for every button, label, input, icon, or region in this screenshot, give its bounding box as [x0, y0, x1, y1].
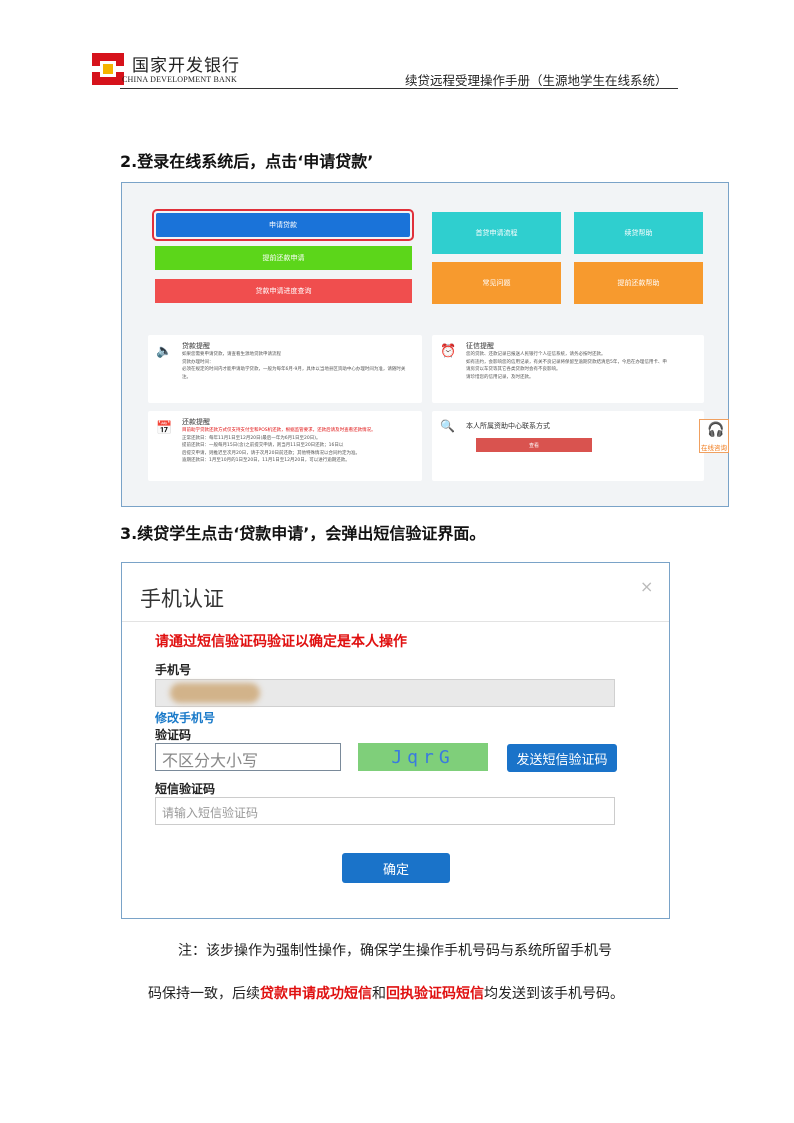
send-sms-button[interactable]: 发送短信验证码 — [507, 744, 617, 772]
online-service-label: 在线咨询 — [701, 444, 727, 452]
header-divider — [120, 88, 678, 89]
phone-label: 手机号 — [155, 663, 192, 677]
early-repay-button[interactable]: 提前还款申请 — [155, 246, 412, 270]
sms-code-placeholder: 请输入短信验证码 — [162, 806, 259, 820]
captcha-input[interactable]: 不区分大小写 — [155, 743, 341, 771]
apply-loan-button[interactable]: 申请贷款 — [156, 213, 410, 237]
step3-heading: 3.续贷学生点击‘贷款申请’，会弹出短信验证界面。 — [120, 524, 486, 543]
credit-reminder-title: 征信提醒 — [466, 342, 494, 350]
note-line2: 码保持一致，后续贷款申请成功短信和回执验证码短信均发送到该手机号码。 — [148, 986, 624, 1002]
captcha-image[interactable]: JqrG — [358, 743, 488, 771]
verify-warning: 请通过短信验证码验证以确定是本人操作 — [155, 634, 407, 650]
repay-reminder-card: 📅 还款提醒 目前助学贷款还款方式仅支持支付宝和POS机还款，根据监管要求，还款… — [148, 411, 422, 481]
loan-reminder-card: 🔈 贷款提醒 如果您需要申请贷款，请查看生源地贷款申请流程 贷款办理时间： 必须… — [148, 335, 422, 403]
note-highlight-2: 回执验证码短信 — [386, 986, 484, 1002]
repay-reminder-text: 目前助学贷款还款方式仅支持支付宝和POS机还款，根据监管要求，还款后请及时查看还… — [182, 428, 376, 463]
progress-query-button[interactable]: 贷款申请进度查询 — [155, 279, 412, 303]
close-icon[interactable]: × — [640, 577, 653, 596]
phone-redaction — [170, 683, 260, 703]
bank-name-en: CHINA DEVELOPMENT BANK — [122, 75, 237, 84]
dialog-divider — [122, 621, 669, 622]
search-icon: 🔍 — [440, 419, 455, 433]
bank-name-cn: 国家开发银行 — [132, 56, 240, 76]
phone-input — [155, 679, 615, 707]
speaker-icon: 🔈 — [156, 344, 173, 359]
contact-card: 🔍 本人所属资助中心联系方式 查看 — [432, 411, 704, 481]
online-service-widget[interactable]: 🎧 在线咨询 — [699, 419, 729, 453]
headset-icon: 🎧 — [707, 422, 725, 438]
captcha-label: 验证码 — [155, 728, 192, 742]
screenshot-sms-dialog: 手机认证 × 请通过短信验证码验证以确定是本人操作 手机号 修改手机号 验证码 … — [121, 562, 670, 919]
dialog-title: 手机认证 — [140, 587, 224, 611]
captcha-placeholder: 不区分大小写 — [162, 751, 259, 770]
apply-highlight: 申请贷款 — [152, 209, 414, 241]
faq-button[interactable]: 常见问题 — [432, 262, 561, 304]
note-line1: 注：该步操作为强制性操作，确保学生操作手机号码与系统所留手机号 — [178, 943, 612, 959]
captcha-text: JqrG — [391, 746, 455, 768]
credit-reminder-text: 您的贷款、还款记录已报送人民银行个人征信系统，请务必按时还款。 如有违约，会影响… — [466, 352, 667, 380]
modify-phone-link[interactable]: 修改手机号 — [155, 709, 215, 726]
contact-view-button[interactable]: 查看 — [476, 438, 592, 452]
alarm-clock-icon: ⏰ — [440, 344, 457, 359]
sms-code-label: 短信验证码 — [155, 782, 216, 796]
screenshot-portal: 申请贷款 提前还款申请 贷款申请进度查询 首贷申请流程 续贷帮助 常见问题 提前… — [121, 182, 729, 507]
document-title: 续贷远程受理操作手册（生源地学生在线系统） — [405, 73, 668, 88]
bank-logo — [92, 53, 124, 85]
contact-title: 本人所属资助中心联系方式 — [466, 422, 550, 430]
note-highlight-1: 贷款申请成功短信 — [260, 986, 372, 1002]
confirm-button[interactable]: 确定 — [342, 853, 450, 883]
credit-reminder-card: ⏰ 征信提醒 您的贷款、还款记录已报送人民银行个人征信系统，请务必按时还款。 如… — [432, 335, 704, 403]
sms-code-input[interactable]: 请输入短信验证码 — [155, 797, 615, 825]
repay-reminder-title: 还款提醒 — [182, 418, 210, 426]
calendar-icon: 📅 — [156, 421, 173, 436]
loan-reminder-text: 如果您需要申请贷款，请查看生源地贷款申请流程 贷款办理时间： 必须在规定的时间内… — [182, 352, 406, 380]
step2-heading: 2.登录在线系统后，点击‘申请贷款’ — [120, 152, 374, 171]
early-repay-help-button[interactable]: 提前还款帮助 — [574, 262, 703, 304]
first-loan-process-button[interactable]: 首贷申请流程 — [432, 212, 561, 254]
renew-help-button[interactable]: 续贷帮助 — [574, 212, 703, 254]
loan-reminder-title: 贷款提醒 — [182, 342, 210, 350]
